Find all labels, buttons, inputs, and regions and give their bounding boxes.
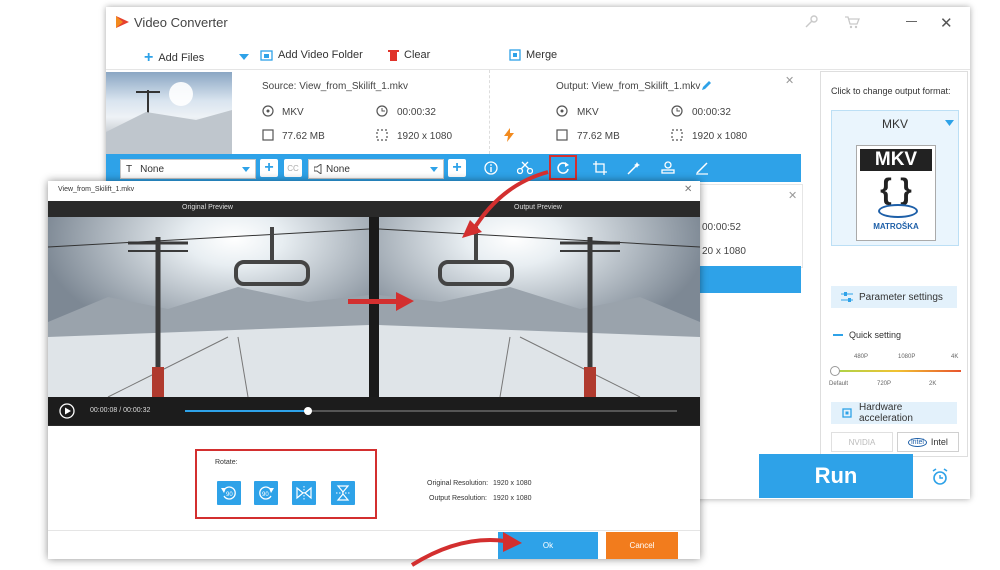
arrow-preview-head (396, 292, 414, 311)
arrow-to-ok (410, 538, 506, 567)
arrow-preview-shaft (348, 299, 398, 304)
annotation-arrows (348, 170, 549, 567)
arrow-head-ok (503, 532, 522, 552)
arrow-to-output (470, 170, 549, 234)
